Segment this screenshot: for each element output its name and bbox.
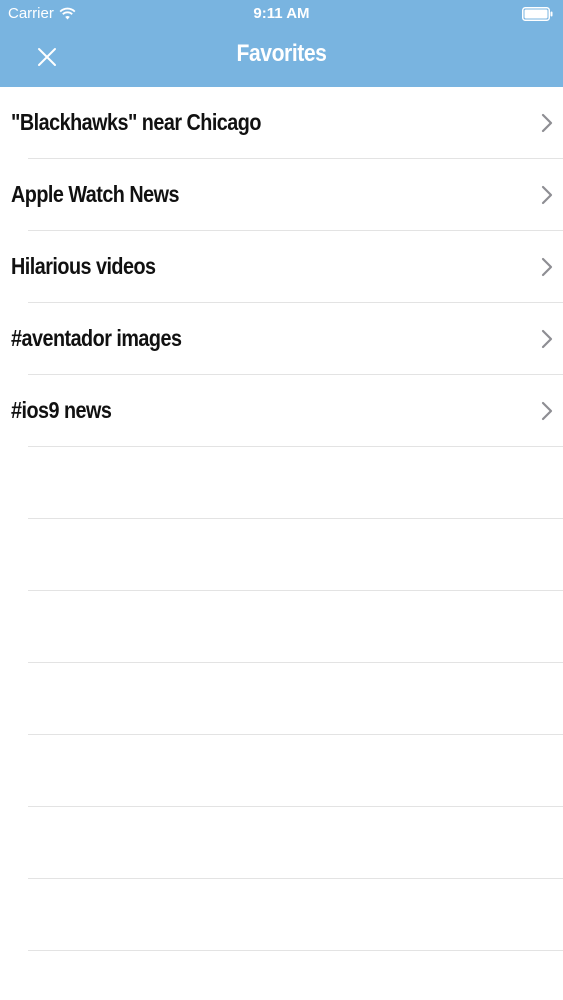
favorite-item[interactable]: Hilarious videos — [0, 231, 563, 303]
favorite-item-label: "Blackhawks" near Chicago — [11, 109, 261, 135]
header: Carrier 9:11 AM Favorites — [0, 0, 563, 87]
favorite-item-label: #aventador images — [11, 325, 182, 351]
page-title: Favorites — [236, 40, 327, 67]
chevron-right-icon — [541, 113, 553, 133]
favorite-item-label: Hilarious videos — [11, 253, 156, 279]
status-time: 9:11 AM — [253, 5, 310, 22]
status-bar: Carrier 9:11 AM — [0, 0, 563, 28]
favorite-item[interactable]: #aventador images — [0, 303, 563, 375]
chevron-right-icon — [541, 257, 553, 277]
favorite-item[interactable]: #ios9 news — [0, 375, 563, 447]
empty-row — [0, 807, 563, 879]
chevron-right-icon — [541, 185, 553, 205]
favorite-item[interactable]: "Blackhawks" near Chicago — [0, 87, 563, 159]
empty-row — [0, 591, 563, 663]
empty-row — [0, 879, 563, 951]
empty-row — [0, 447, 563, 519]
favorite-item[interactable]: Apple Watch News — [0, 159, 563, 231]
row-divider — [28, 950, 563, 951]
empty-row — [0, 519, 563, 591]
favorites-list: "Blackhawks" near Chicago Apple Watch Ne… — [0, 87, 563, 951]
battery-icon — [522, 7, 553, 21]
chevron-right-icon — [541, 329, 553, 349]
chevron-right-icon — [541, 401, 553, 421]
favorite-item-label: #ios9 news — [11, 397, 112, 423]
navigation-bar: Favorites — [0, 28, 563, 87]
empty-row — [0, 735, 563, 807]
empty-row — [0, 663, 563, 735]
favorite-item-label: Apple Watch News — [11, 181, 179, 207]
